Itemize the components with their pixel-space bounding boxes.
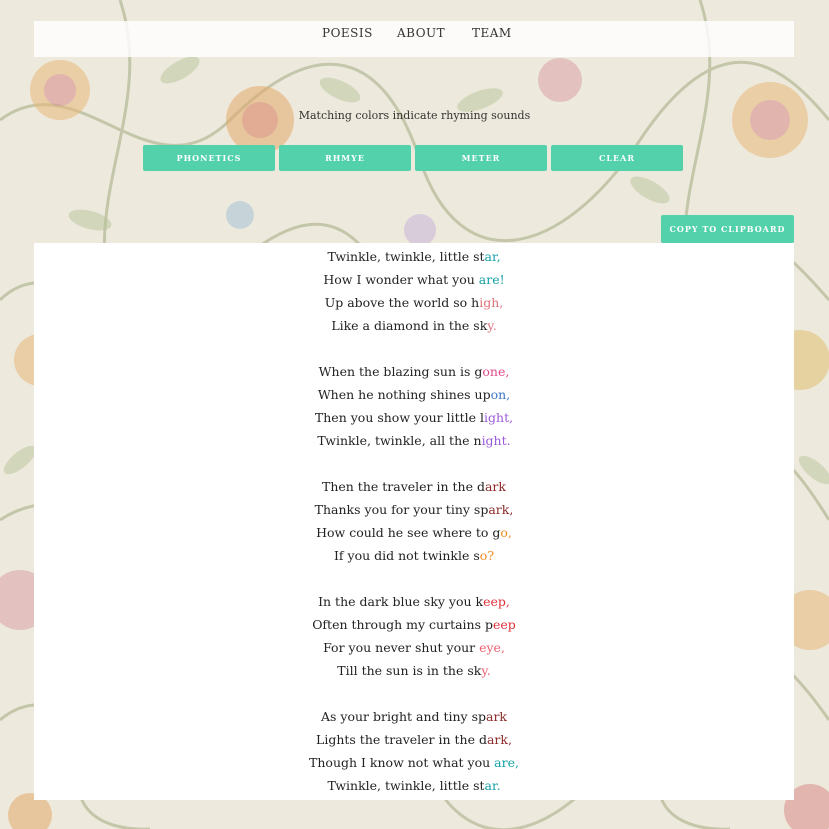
poem-line-text: When he nothing shines up <box>317 387 491 402</box>
rhyme-highlight: o, <box>500 525 512 540</box>
poem-line: Like a diamond in the sky. <box>34 314 794 337</box>
poem-line: Twinkle, twinkle, all the night. <box>34 429 794 452</box>
poem-line: Twinkle, twinkle, little star, <box>34 245 794 268</box>
poem-line: Though I know not what you are, <box>34 751 794 774</box>
poem-line-text: If you did not twinkle s <box>333 548 480 563</box>
poem-line-text: Then you show your little l <box>314 410 485 425</box>
poem-line: When the blazing sun is gone, <box>34 360 794 383</box>
poem-line-text: Till the sun is in the sk <box>337 663 482 678</box>
stanza-gap <box>34 452 794 475</box>
stanza-gap <box>34 682 794 705</box>
top-navbar: POESIS ABOUT TEAM <box>34 21 794 57</box>
poem-line: Till the sun is in the sky. <box>34 659 794 682</box>
rhyme-highlight: eep, <box>483 594 510 609</box>
poem-line: As your bright and tiny spark <box>34 705 794 728</box>
rhyme-highlight: ark <box>484 479 506 494</box>
poem-line: Thanks you for your tiny spark, <box>34 498 794 521</box>
copy-to-clipboard-button[interactable]: COPY TO CLIPBOARD <box>661 215 794 243</box>
poem-line-text: As your bright and tiny sp <box>320 709 486 724</box>
poem-panel: Twinkle, twinkle, little star, How I wond… <box>34 243 794 800</box>
nav-link-poesis[interactable]: POESIS <box>322 26 373 40</box>
rhyme-button[interactable]: RHMYE <box>279 145 411 171</box>
poem-line-text: Twinkle, twinkle, little st <box>327 249 485 264</box>
poem-line-text: For you never shut your <box>323 640 480 655</box>
rhyme-highlight: eep <box>493 617 516 632</box>
poem-line: Then you show your little light, <box>34 406 794 429</box>
poem-line: How I wonder what you are! <box>34 268 794 291</box>
rhyme-highlight: ar, <box>484 249 501 264</box>
nav-link-team[interactable]: TEAM <box>472 26 512 40</box>
poem-line: Lights the traveler in the dark, <box>34 728 794 751</box>
poem-line: Twinkle, twinkle, little star. <box>34 774 794 797</box>
poem-line: For you never shut your eye, <box>34 636 794 659</box>
poem-line: How could he see where to go, <box>34 521 794 544</box>
poem-line-text: How could he see where to g <box>316 525 501 540</box>
poem-line-text: When the blazing sun is g <box>318 364 483 379</box>
poem-line-text: Though I know not what you <box>309 755 495 770</box>
poem-line: Up above the world so high, <box>34 291 794 314</box>
stanza-gap <box>34 567 794 590</box>
poem-line-text: Like a diamond in the sk <box>331 318 488 333</box>
phonetics-button[interactable]: PHONETICS <box>143 145 275 171</box>
poem-line-text: In the dark blue sky you k <box>318 594 484 609</box>
stanza-gap <box>34 337 794 360</box>
rhyme-highlight: ight. <box>481 433 511 448</box>
rhyme-highlight: igh, <box>479 295 504 310</box>
poem-line: If you did not twinkle so? <box>34 544 794 567</box>
meter-button[interactable]: METER <box>415 145 547 171</box>
nav-link-about[interactable]: ABOUT <box>397 26 445 40</box>
poem-line-text: Often through my curtains p <box>312 617 493 632</box>
poem-text[interactable]: Twinkle, twinkle, little star, How I wond… <box>34 243 794 797</box>
clear-button[interactable]: CLEAR <box>551 145 683 171</box>
poem-line-text: Then the traveler in the d <box>322 479 485 494</box>
poem-line-text: Up above the world so h <box>324 295 480 310</box>
rhyme-highlight: ar. <box>484 778 501 793</box>
rhyme-highlight: ark, <box>486 732 512 747</box>
poem-line-text: How I wonder what you <box>323 272 479 287</box>
rhyme-highlight: y. <box>487 318 497 333</box>
rhyme-highlight: y. <box>481 663 491 678</box>
poem-line: In the dark blue sky you keep, <box>34 590 794 613</box>
poem-line-text: Thanks you for your tiny sp <box>314 502 489 517</box>
rhyme-highlight: eye, <box>479 640 505 655</box>
poem-line-text: Twinkle, twinkle, little st <box>327 778 485 793</box>
poem-line: When he nothing shines upon, <box>34 383 794 406</box>
rhyme-highlight: ark <box>486 709 508 724</box>
poem-line: Then the traveler in the dark <box>34 475 794 498</box>
rhyme-hint: Matching colors indicate rhyming sounds <box>298 109 531 122</box>
rhyme-highlight: o? <box>479 548 495 563</box>
rhyme-highlight: ark, <box>488 502 514 517</box>
rhyme-highlight: ight, <box>484 410 514 425</box>
rhyme-highlight: are, <box>494 755 519 770</box>
rhyme-highlight: on, <box>490 387 511 402</box>
poem-line-text: Lights the traveler in the d <box>316 732 487 747</box>
rhyme-highlight: are! <box>478 272 505 287</box>
poem-line: Often through my curtains peep <box>34 613 794 636</box>
rhyme-highlight: one, <box>482 364 510 379</box>
poem-line-text: Twinkle, twinkle, all the n <box>317 433 482 448</box>
